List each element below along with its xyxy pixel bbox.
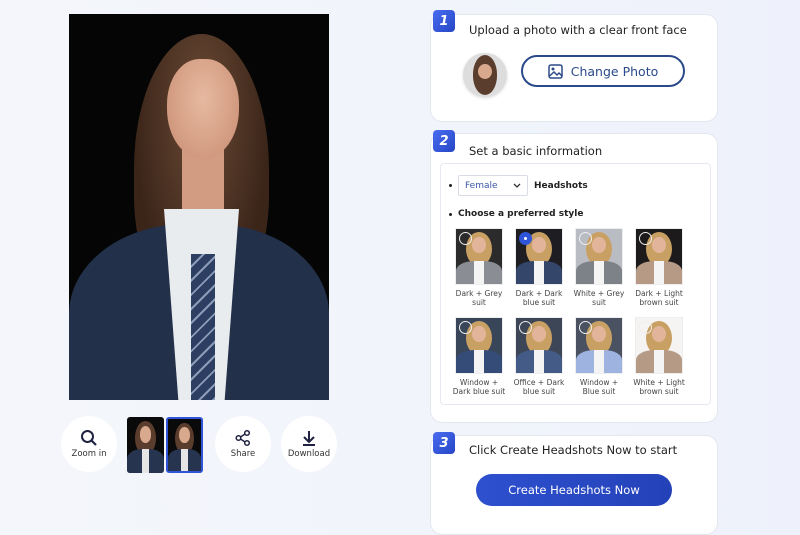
step-2-title: Set a basic information (469, 144, 603, 158)
style-option[interactable]: Dark + Dark blue suit (512, 228, 566, 307)
style-option[interactable]: Dark + Grey suit (452, 228, 506, 307)
headshots-label: Headshots (534, 180, 588, 191)
style-label: White + Grey suit (573, 289, 625, 307)
download-button[interactable]: Download (281, 416, 337, 472)
step-1-card: Upload a photo with a clear front face C… (430, 14, 718, 122)
step-3-card: Click Create Headshots Now to start Crea… (430, 435, 718, 535)
step-2-badge: 2 (433, 130, 455, 152)
create-headshots-button[interactable]: Create Headshots Now (476, 474, 672, 506)
change-photo-label: Change Photo (570, 63, 659, 79)
download-label: Download (287, 449, 331, 459)
style-label: Dark + Grey suit (455, 289, 503, 307)
style-radio[interactable] (639, 321, 652, 334)
style-sample-image (575, 228, 623, 285)
style-option[interactable]: White + Grey suit (572, 228, 626, 307)
step-3-title: Click Create Headshots Now to start (469, 443, 678, 457)
gender-row: Female Headshots (449, 175, 588, 196)
image-icon (548, 63, 563, 79)
gender-value: Female (465, 180, 498, 191)
style-radio[interactable] (579, 321, 592, 334)
chevron-down-icon (513, 183, 521, 188)
zoom-in-icon (81, 430, 97, 446)
style-sample-image (635, 317, 683, 374)
style-label: Window + Dark blue suit (452, 378, 506, 396)
style-sample-image (455, 317, 503, 374)
thumbnail-2[interactable] (166, 417, 203, 473)
uploaded-photo-avatar (463, 53, 507, 97)
share-icon (235, 429, 251, 447)
style-settings-panel: Female Headshots Choose a preferred styl… (440, 163, 711, 405)
headshot-preview (69, 14, 329, 400)
zoom-in-label: Zoom in (71, 449, 107, 459)
zoom-in-button[interactable]: Zoom in (61, 416, 117, 472)
style-option[interactable]: Dark + Light brown suit (632, 228, 686, 307)
style-radio[interactable] (459, 321, 472, 334)
create-headshots-label: Create Headshots Now (508, 483, 640, 497)
step-1-title: Upload a photo with a clear front face (469, 23, 687, 37)
gender-select[interactable]: Female (458, 175, 528, 196)
style-heading-label: Choose a preferred style (458, 209, 584, 219)
step-2-card: Set a basic information Female Headshots… (430, 133, 718, 423)
style-label: Window + Blue suit (579, 378, 619, 396)
style-sample-image (635, 228, 683, 285)
style-radio[interactable] (459, 232, 472, 245)
style-sample-image (455, 228, 503, 285)
style-label: Dark + Dark blue suit (515, 289, 563, 307)
style-radio[interactable] (519, 321, 532, 334)
step-1-badge: 1 (433, 10, 455, 32)
style-sample-image (515, 317, 563, 374)
step-3-badge: 3 (433, 432, 455, 454)
style-option[interactable]: Window + Dark blue suit (452, 317, 506, 396)
style-radio[interactable] (639, 232, 652, 245)
share-label: Share (230, 449, 256, 459)
style-heading: Choose a preferred style (449, 209, 583, 219)
style-sample-image (515, 228, 563, 285)
style-option[interactable]: White + Light brown suit (632, 317, 686, 396)
style-radio[interactable] (519, 232, 532, 245)
style-label: Office + Dark blue suit (513, 378, 565, 396)
change-photo-button[interactable]: Change Photo (521, 55, 685, 87)
thumbnail-1[interactable] (127, 417, 164, 473)
style-option[interactable]: Window + Blue suit (572, 317, 626, 396)
style-option[interactable]: Office + Dark blue suit (512, 317, 566, 396)
style-radio[interactable] (579, 232, 592, 245)
style-label: Dark + Light brown suit (635, 289, 683, 307)
style-label: White + Light brown suit (633, 378, 685, 396)
style-sample-image (575, 317, 623, 374)
share-button[interactable]: Share (215, 416, 271, 472)
download-icon (303, 431, 315, 446)
